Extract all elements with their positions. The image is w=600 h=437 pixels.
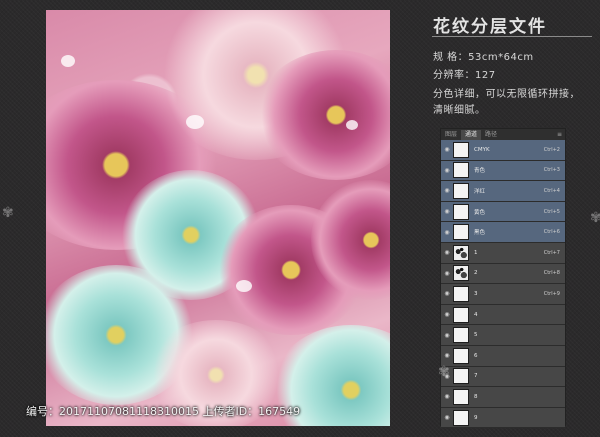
channel-row[interactable]: ◉ 1 Ctrl+7: [441, 242, 565, 264]
channels-panel: 图层 通道 路径 ≡ ◉ CMYK Ctrl+2 ◉ 青色 Ctrl+3 ◉ 洋红 Ctrl+4…: [440, 128, 566, 429]
channel-thumbnail: [453, 368, 469, 385]
channel-row[interactable]: ◉ 5: [441, 325, 565, 346]
channel-row[interactable]: ◉ 洋红 Ctrl+4: [441, 181, 565, 202]
blossom-speck: [186, 115, 204, 129]
channel-shortcut: Ctrl+5: [543, 208, 560, 215]
channel-name: 黑色: [474, 230, 486, 237]
channel-thumbnail: [453, 224, 469, 241]
channel-shortcut: Ctrl+8: [543, 270, 560, 277]
spec-description: 分色详细，可以无限循环拼接，: [433, 89, 580, 100]
channel-thumbnail: [453, 244, 469, 261]
channel-name: 5: [474, 332, 478, 339]
eye-icon[interactable]: ◉: [441, 146, 453, 153]
eye-icon[interactable]: ◉: [441, 290, 453, 297]
eye-icon[interactable]: ◉: [441, 208, 453, 215]
channel-row[interactable]: ◉ 7: [441, 366, 565, 388]
spec-description-cont: 清晰细腻。: [433, 105, 486, 116]
channel-shortcut: Ctrl+7: [543, 249, 560, 256]
channel-thumbnail: [453, 306, 469, 323]
channel-shortcut: Ctrl+9: [543, 290, 560, 297]
panel-menu-icon[interactable]: ≡: [557, 130, 565, 140]
watermark-logo-icon: ✾: [590, 210, 600, 226]
channel-thumbnail: [453, 203, 469, 220]
floral-artwork: [46, 10, 390, 426]
channel-row[interactable]: ◉ 4: [441, 304, 565, 326]
channel-row[interactable]: ◉ 黑色 Ctrl+6: [441, 222, 565, 243]
channel-thumbnail: [453, 162, 469, 179]
eye-icon[interactable]: ◉: [441, 311, 453, 318]
channel-name: 洋红: [474, 188, 486, 195]
caption-text: 编号：20171107081118310015 上传者ID：167549: [26, 405, 301, 418]
eye-icon[interactable]: ◉: [441, 187, 453, 194]
channel-name: 青色: [474, 168, 486, 175]
eye-icon[interactable]: ◉: [441, 249, 453, 256]
watermark-logo-icon: ✾: [438, 364, 450, 380]
channel-thumbnail: [453, 347, 469, 364]
tab-channels[interactable]: 通道: [461, 130, 482, 140]
channel-row[interactable]: ◉ 6: [441, 345, 565, 367]
eye-icon[interactable]: ◉: [441, 270, 453, 277]
title-divider: [432, 36, 592, 37]
channel-shortcut: Ctrl+6: [543, 229, 560, 236]
tab-paths[interactable]: 路径: [481, 130, 501, 140]
channel-shortcut: Ctrl+4: [543, 187, 560, 194]
eye-icon[interactable]: ◉: [441, 332, 453, 339]
channel-name: 7: [474, 373, 478, 380]
page-title: 花纹分层文件: [433, 17, 547, 37]
channel-name: 1: [474, 249, 478, 256]
channel-row[interactable]: ◉ 黄色 Ctrl+5: [441, 201, 565, 223]
channel-shortcut: Ctrl+2: [543, 146, 560, 153]
channel-name: 黄色: [474, 209, 486, 216]
channel-thumbnail: [453, 141, 469, 158]
channel-thumbnail: [453, 265, 469, 282]
eye-icon[interactable]: ◉: [441, 167, 453, 174]
channel-thumbnail: [453, 327, 469, 344]
channel-thumbnail: [453, 285, 469, 302]
channel-shortcut: Ctrl+3: [543, 167, 560, 174]
blossom-speck: [346, 120, 358, 130]
channel-name: 2: [474, 270, 478, 277]
channel-list: ◉ CMYK Ctrl+2 ◉ 青色 Ctrl+3 ◉ 洋红 Ctrl+4 ◉ 黄色 Ctrl+5 ◉ 黑…: [441, 140, 565, 429]
spec-resolution: 分辨率：127: [433, 70, 496, 81]
blossom-speck: [61, 55, 75, 67]
spec-size: 规 格：53cm*64cm: [433, 52, 534, 63]
channel-name: 6: [474, 352, 478, 359]
channel-row[interactable]: ◉ CMYK Ctrl+2: [441, 140, 565, 161]
eye-icon[interactable]: ◉: [441, 352, 453, 359]
channel-row[interactable]: ◉ 青色 Ctrl+3: [441, 160, 565, 182]
channel-row[interactable]: ◉ 2 Ctrl+8: [441, 263, 565, 285]
channel-row[interactable]: ◉ 3 Ctrl+9: [441, 284, 565, 305]
channel-name: 4: [474, 311, 478, 318]
channel-thumbnail: [453, 182, 469, 199]
channel-name: CMYK: [474, 146, 490, 153]
watermark-logo-icon: ✾: [2, 205, 14, 221]
eye-icon[interactable]: ◉: [441, 229, 453, 236]
tab-layers[interactable]: 图层: [441, 130, 461, 140]
panel-tabs: 图层 通道 路径 ≡: [441, 129, 565, 140]
channel-name: 3: [474, 290, 478, 297]
blossom-speck: [236, 280, 252, 292]
